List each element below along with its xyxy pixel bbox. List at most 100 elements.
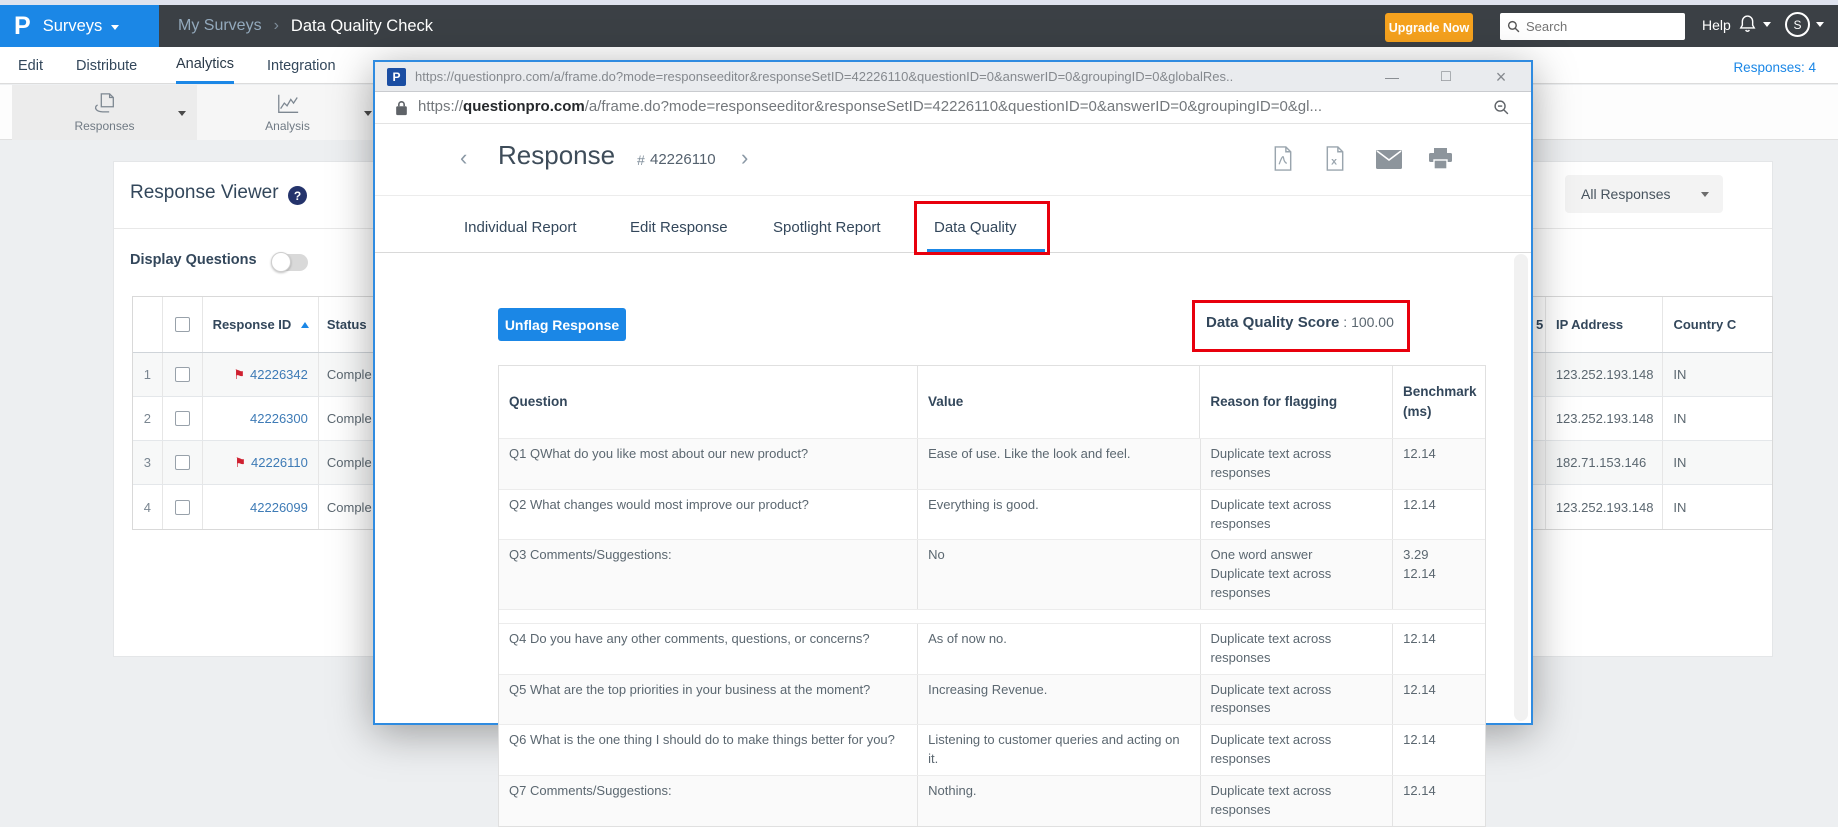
ip-cell: 123.252.193.148 <box>1546 353 1664 396</box>
analysis-tool-label: Analysis <box>265 119 310 133</box>
row-select-cell <box>163 353 203 396</box>
data-quality-table: Question Value Reason for flagging Bench… <box>498 365 1486 827</box>
row-checkbox[interactable] <box>175 455 190 470</box>
response-id-link[interactable]: 42226110 <box>251 455 308 470</box>
ip-address-header[interactable]: IP Address <box>1546 297 1664 352</box>
benchmark-cell: 12.14 <box>1393 725 1485 775</box>
table-row: Q1 QWhat do you like most about our new … <box>499 439 1485 490</box>
table-row[interactable]: 182.71.153.146 IN <box>1500 441 1772 485</box>
export-excel-icon[interactable]: x <box>1324 146 1350 172</box>
tab-spotlight-report[interactable]: Spotlight Report <box>773 202 881 252</box>
modal-scrollbar[interactable] <box>1514 254 1528 721</box>
tab-distribute[interactable]: Distribute <box>76 47 137 84</box>
benchmark-cell: 12.14 <box>1393 776 1485 826</box>
next-response-chevron[interactable]: › <box>741 147 748 169</box>
global-search[interactable] <box>1500 13 1685 40</box>
display-questions-toggle[interactable] <box>272 254 308 271</box>
responses-tool-button[interactable]: Responses <box>12 85 197 140</box>
value-cell: Listening to customer queries and acting… <box>918 725 1200 775</box>
help-link[interactable]: Help <box>1702 17 1731 33</box>
header-spacer <box>133 297 163 352</box>
search-input[interactable] <box>1526 19 1676 34</box>
table-row[interactable]: 123.252.193.148 IN <box>1500 397 1772 441</box>
country-cell: IN <box>1663 353 1772 396</box>
email-icon[interactable] <box>1376 150 1402 176</box>
ip-cell: 182.71.153.146 <box>1546 441 1664 484</box>
row-number: 4 <box>133 485 163 529</box>
country-cell: IN <box>1663 485 1772 529</box>
export-pdf-icon[interactable] <box>1272 146 1298 172</box>
maximize-button[interactable]: □ <box>1434 66 1458 88</box>
breadcrumb-parent[interactable]: My Surveys <box>178 17 262 35</box>
table-row[interactable]: 123.252.193.148 IN <box>1500 485 1772 529</box>
reason-cell: Duplicate text across responses <box>1201 675 1394 725</box>
analysis-chart-icon <box>275 92 301 116</box>
table-row: Q4 Do you have any other comments, quest… <box>499 624 1485 675</box>
responses-icon <box>92 92 118 116</box>
tab-analytics[interactable]: Analytics <box>176 47 234 84</box>
response-editor-modal: P https://questionpro.com/a/frame.do?mod… <box>373 60 1533 725</box>
select-all-checkbox[interactable] <box>175 317 190 332</box>
response-id-header[interactable]: Response ID <box>203 297 319 352</box>
notifications-button[interactable] <box>1738 13 1771 35</box>
row-checkbox[interactable] <box>175 367 190 382</box>
response-id-cell[interactable]: 42226300 <box>203 397 319 440</box>
response-filter-value: All Responses <box>1581 186 1671 202</box>
popup-title-url: https://questionpro.com/a/frame.do?mode=… <box>415 69 1375 84</box>
unflag-response-button[interactable]: Unflag Response <box>498 308 626 341</box>
chevron-down-icon <box>1701 192 1709 197</box>
table-group-gap <box>499 610 1485 624</box>
address-bar[interactable]: https://questionpro.com/a/frame.do?mode=… <box>375 92 1531 124</box>
response-filter-dropdown[interactable]: All Responses <box>1565 175 1723 213</box>
select-all-cell <box>163 297 203 352</box>
response-id-cell[interactable]: ⚑42226342 <box>203 353 319 396</box>
row-checkbox[interactable] <box>175 411 190 426</box>
question-cell: Q1 QWhat do you like most about our new … <box>499 439 918 489</box>
table-row[interactable]: 123.252.193.148 IN <box>1500 353 1772 397</box>
chevron-down-icon <box>1816 22 1824 27</box>
help-icon[interactable]: ? <box>288 186 307 205</box>
question-cell: Q4 Do you have any other comments, quest… <box>499 624 918 674</box>
row-number: 3 <box>133 441 163 484</box>
product-switcher[interactable]: P Surveys <box>0 5 159 47</box>
response-id-header-label: Response ID <box>213 317 292 332</box>
product-label: Surveys <box>43 17 103 36</box>
response-id-cell[interactable]: 42226099 <box>203 485 319 529</box>
close-button[interactable]: × <box>1489 66 1513 88</box>
question-cell: Q5 What are the top priorities in your b… <box>499 675 918 725</box>
popup-titlebar[interactable]: P https://questionpro.com/a/frame.do?mod… <box>375 62 1531 92</box>
analysis-tool-button[interactable]: Analysis <box>197 85 378 140</box>
response-number-hash: # <box>637 152 645 168</box>
responses-count[interactable]: Responses: 4 <box>1733 60 1816 75</box>
reason-cell: One word answerDuplicate text across res… <box>1201 540 1394 609</box>
chevron-down-icon[interactable] <box>178 111 186 116</box>
divider <box>375 195 1531 196</box>
print-icon[interactable] <box>1428 148 1454 174</box>
page-title: Response Viewer <box>130 182 279 204</box>
tab-edit[interactable]: Edit <box>18 47 43 84</box>
avatar[interactable]: S <box>1785 12 1810 37</box>
response-id-link[interactable]: 42226300 <box>250 411 308 426</box>
bell-icon <box>1738 13 1757 35</box>
row-checkbox[interactable] <box>175 500 190 515</box>
value-cell: Ease of use. Like the look and feel. <box>918 439 1200 489</box>
tab-integration[interactable]: Integration <box>267 47 336 84</box>
benchmark-cell: 12.14 <box>1393 675 1485 725</box>
tab-individual-report[interactable]: Individual Report <box>464 202 577 252</box>
minimize-button[interactable]: — <box>1380 66 1404 88</box>
response-id-link[interactable]: 42226342 <box>250 367 308 382</box>
chevron-down-icon <box>1763 22 1771 27</box>
country-code-header[interactable]: Country C <box>1663 297 1772 352</box>
tab-edit-response[interactable]: Edit Response <box>630 202 728 252</box>
previous-response-chevron[interactable]: ‹ <box>460 147 467 169</box>
response-id-link[interactable]: 42226099 <box>250 500 308 515</box>
breadcrumb-current: Data Quality Check <box>291 17 433 36</box>
response-id-cell[interactable]: ⚑42226110 <box>203 441 319 484</box>
sort-ascending-icon <box>301 322 309 328</box>
reason-cell: Duplicate text across responses <box>1201 624 1394 674</box>
value-cell: No <box>918 540 1200 609</box>
upgrade-now-button[interactable]: Upgrade Now <box>1385 13 1473 42</box>
value-cell: Increasing Revenue. <box>918 675 1200 725</box>
chevron-down-icon[interactable] <box>364 111 372 116</box>
zoom-out-icon[interactable] <box>1493 99 1510 116</box>
